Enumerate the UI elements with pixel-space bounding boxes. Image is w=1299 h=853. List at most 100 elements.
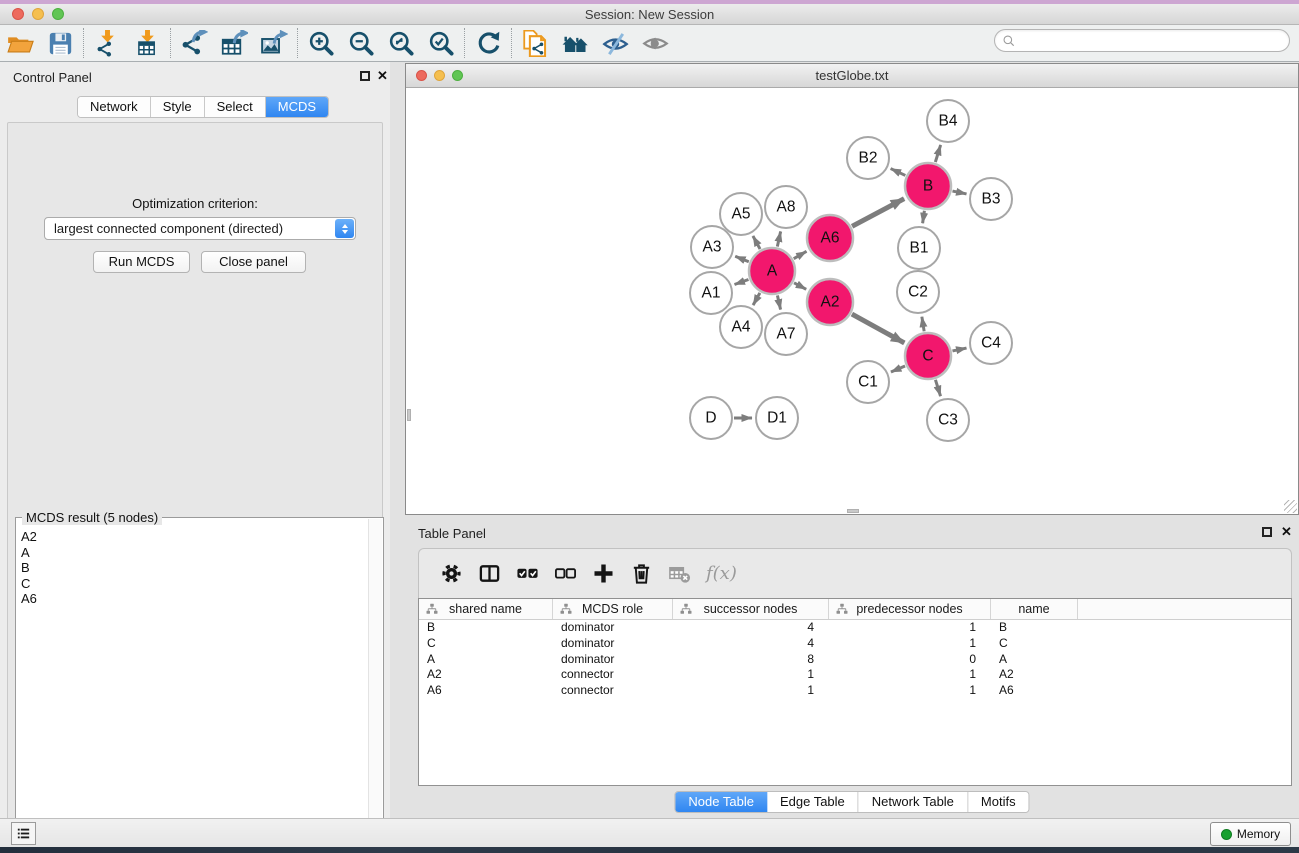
tab-edge-table[interactable]: Edge Table — [767, 792, 859, 812]
graph-node-C2[interactable]: C2 — [897, 271, 939, 313]
cell-shared-name[interactable]: C — [419, 636, 553, 652]
tab-network[interactable]: Network — [78, 97, 151, 117]
refresh-button[interactable] — [468, 26, 508, 60]
show-graphics-details-button[interactable] — [635, 26, 675, 60]
graph-node-A5[interactable]: A5 — [720, 193, 762, 235]
graph-node-B3[interactable]: B3 — [970, 178, 1012, 220]
graph-node-A3[interactable]: A3 — [691, 226, 733, 268]
graph-node-C4[interactable]: C4 — [970, 322, 1012, 364]
graph-node-C[interactable]: C — [905, 333, 951, 379]
cell-shared-name[interactable]: A6 — [419, 683, 553, 699]
cell-name[interactable]: B — [991, 620, 1078, 636]
table-row[interactable]: Cdominator41C — [419, 636, 1291, 652]
table-row[interactable]: A2connector11A2 — [419, 667, 1291, 683]
cell-successor-nodes[interactable]: 4 — [673, 636, 829, 652]
graph-edge-B-B2[interactable] — [891, 169, 906, 176]
cell-MCDS-role[interactable]: connector — [553, 683, 673, 699]
graph-node-A6[interactable]: A6 — [807, 215, 853, 261]
zoom-in-button[interactable] — [301, 26, 341, 60]
graph-edge-B-B1[interactable] — [923, 211, 925, 224]
main-titlebar[interactable]: Session: New Session — [0, 4, 1299, 25]
cell-MCDS-role[interactable]: dominator — [553, 636, 673, 652]
table-row[interactable]: A6connector11A6 — [419, 683, 1291, 699]
graph-node-A8[interactable]: A8 — [765, 186, 807, 228]
cell-MCDS-role[interactable]: dominator — [553, 652, 673, 668]
network-window-titlebar[interactable]: testGlobe.txt — [406, 64, 1298, 88]
result-scrollbar[interactable] — [368, 519, 382, 853]
cell-shared-name[interactable]: A2 — [419, 667, 553, 683]
cell-successor-nodes[interactable]: 8 — [673, 652, 829, 668]
welcome-screen-button[interactable] — [555, 26, 595, 60]
hide-graphics-details-button[interactable] — [595, 26, 635, 60]
cell-successor-nodes[interactable]: 1 — [673, 667, 829, 683]
graph-node-B1[interactable]: B1 — [898, 227, 940, 269]
graph-node-A[interactable]: A — [749, 248, 795, 294]
graph-edge-A-A3[interactable] — [735, 256, 749, 261]
cell-name[interactable]: A — [991, 652, 1078, 668]
export-table-button[interactable] — [214, 26, 254, 60]
table-row[interactable]: Adominator80A — [419, 652, 1291, 668]
import-network-button[interactable] — [87, 26, 127, 60]
graph-node-D[interactable]: D — [690, 397, 732, 439]
graph-edge-A6-B[interactable] — [852, 199, 904, 227]
result-item[interactable]: A6 — [21, 591, 367, 607]
graph-node-B2[interactable]: B2 — [847, 137, 889, 179]
graph-edge-C-C2[interactable] — [922, 317, 924, 332]
result-item[interactable]: A2 — [21, 529, 367, 545]
graph-edge-A-A6[interactable] — [794, 251, 807, 258]
graph-node-A4[interactable]: A4 — [720, 306, 762, 348]
cell-predecessor-nodes[interactable]: 1 — [829, 620, 991, 636]
graph-edge-A-A1[interactable] — [735, 279, 749, 284]
graph-edge-A-A2[interactable] — [794, 283, 806, 289]
cell-predecessor-nodes[interactable]: 0 — [829, 652, 991, 668]
zoom-selected-button[interactable] — [421, 26, 461, 60]
graph-node-A2[interactable]: A2 — [807, 279, 853, 325]
graph-node-C3[interactable]: C3 — [927, 399, 969, 441]
graph-edge-C-C1[interactable] — [891, 366, 905, 372]
zoom-out-button[interactable] — [341, 26, 381, 60]
column-header-successor-nodes[interactable]: successor nodes — [673, 599, 829, 619]
vertical-scroll-thumb[interactable] — [407, 409, 411, 421]
graph-edge-A-A5[interactable] — [753, 236, 760, 249]
cell-predecessor-nodes[interactable]: 1 — [829, 683, 991, 699]
graph-node-C1[interactable]: C1 — [847, 361, 889, 403]
tab-style[interactable]: Style — [151, 97, 205, 117]
mcds-result-list[interactable]: A2ABCA6 — [17, 527, 367, 853]
graph-edge-A-A8[interactable] — [777, 231, 780, 246]
cell-predecessor-nodes[interactable]: 1 — [829, 667, 991, 683]
network-canvas[interactable]: B4B2BB3A5A8A6A3B1AC2A1A2A4A7C4CC1C3DD1 — [406, 88, 1298, 514]
tab-select[interactable]: Select — [205, 97, 266, 117]
column-header-MCDS-role[interactable]: MCDS role — [553, 599, 673, 619]
tab-mcds[interactable]: MCDS — [266, 97, 328, 117]
column-header-predecessor-nodes[interactable]: predecessor nodes — [829, 599, 991, 619]
graph-node-B4[interactable]: B4 — [927, 100, 969, 142]
close-panel-icon[interactable]: ✕ — [377, 68, 388, 84]
cell-shared-name[interactable]: A — [419, 652, 553, 668]
tab-node-table[interactable]: Node Table — [675, 792, 767, 812]
open-session-button[interactable] — [0, 26, 40, 60]
import-table-button[interactable] — [127, 26, 167, 60]
graph-edge-B-B3[interactable] — [952, 191, 966, 194]
add-column-button[interactable] — [584, 556, 622, 592]
table-close-icon[interactable]: ✕ — [1281, 524, 1292, 540]
table-float-icon[interactable] — [1262, 527, 1272, 537]
column-header-shared-name[interactable]: shared name — [419, 599, 553, 619]
graph-node-B[interactable]: B — [905, 163, 951, 209]
graph-edge-B-B4[interactable] — [935, 145, 940, 162]
tab-motifs[interactable]: Motifs — [968, 792, 1029, 812]
cell-successor-nodes[interactable]: 1 — [673, 683, 829, 699]
column-header-name[interactable]: name — [991, 599, 1078, 619]
split-panel-button[interactable] — [470, 556, 508, 592]
network-document-button[interactable] — [515, 26, 555, 60]
function-builder-fx-button[interactable]: f(x) — [706, 563, 737, 584]
cell-name[interactable]: A2 — [991, 667, 1078, 683]
table-settings-button[interactable] — [432, 556, 470, 592]
cell-shared-name[interactable]: B — [419, 620, 553, 636]
save-session-button[interactable] — [40, 26, 80, 60]
graph-edge-A-A7[interactable] — [777, 295, 780, 309]
node-table[interactable]: shared nameMCDS rolesuccessor nodesprede… — [418, 598, 1292, 786]
graph-edge-C-C4[interactable] — [952, 348, 966, 351]
graph-edge-C-C3[interactable] — [935, 380, 940, 396]
export-network-button[interactable] — [174, 26, 214, 60]
search-input[interactable] — [1020, 32, 1289, 50]
